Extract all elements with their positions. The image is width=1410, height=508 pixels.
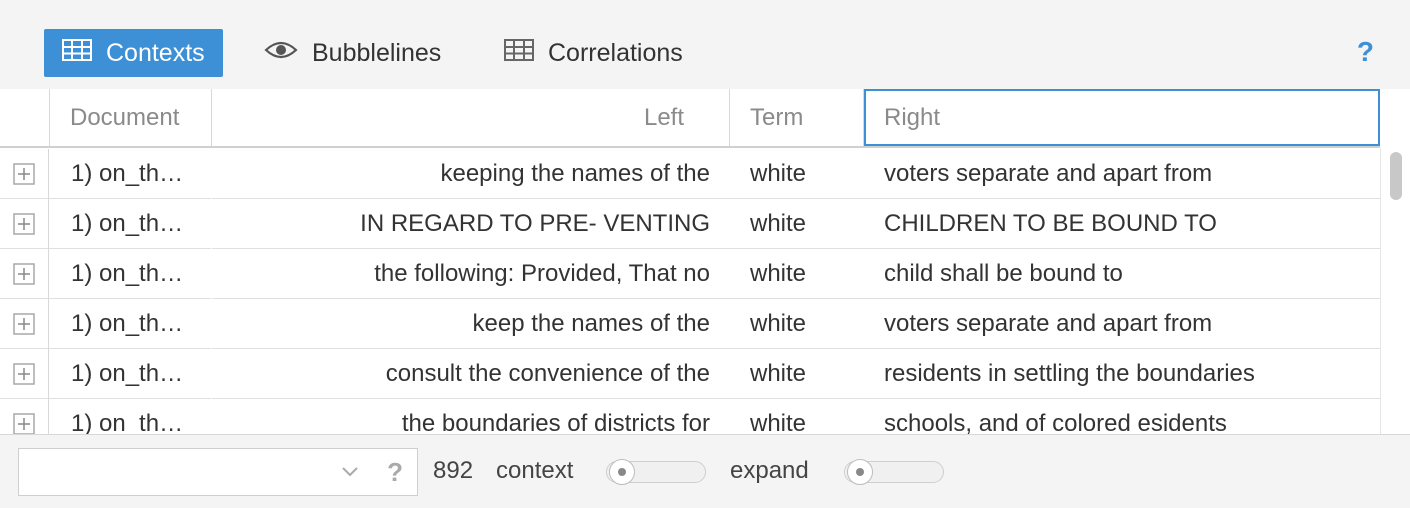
expand-row-icon[interactable] — [0, 349, 49, 399]
column-header-document[interactable]: Document — [50, 89, 212, 146]
scrollbar-thumb[interactable] — [1390, 152, 1402, 200]
table-row[interactable]: 1) on_th… the boundaries of districts for… — [0, 399, 1380, 434]
table-icon — [62, 38, 92, 68]
table-row[interactable]: 1) on_th… keep the names of the white voter… — [0, 299, 1380, 349]
column-header-left[interactable]: Left — [212, 89, 730, 146]
cell-left: the boundaries of districts for — [401, 410, 710, 434]
cell-right: child shall be bound to — [884, 260, 1123, 287]
cell-right: residents in settling the boundaries — [884, 360, 1255, 387]
cell-right: CHILDREN TO BE BOUND TO — [884, 210, 1217, 237]
cell-term: white — [750, 310, 807, 337]
table-icon — [504, 38, 534, 68]
vertical-scrollbar[interactable] — [1380, 148, 1410, 434]
footer-toolbar: ? 892 context expand — [0, 434, 1410, 508]
help-icon[interactable]: ? — [1357, 36, 1374, 68]
column-header-label: Right — [884, 103, 941, 131]
tab-label: Correlations — [548, 38, 683, 67]
expand-row-icon[interactable] — [0, 199, 49, 249]
expand-row-icon[interactable] — [0, 399, 49, 434]
column-header-term[interactable]: Term — [730, 89, 864, 146]
tab-correlations[interactable]: Correlations — [504, 29, 683, 77]
column-header-label: Term — [750, 103, 804, 131]
expand-row-icon[interactable] — [0, 299, 49, 349]
chevron-down-icon[interactable] — [341, 458, 359, 484]
expand-row-icon[interactable] — [0, 249, 49, 299]
cell-document: 1) on_th… — [50, 399, 212, 434]
eye-icon — [264, 39, 298, 68]
column-header-label: Document — [70, 103, 180, 131]
tab-label: Bubblelines — [312, 38, 442, 67]
cell-document: 1) on_th… — [50, 149, 212, 199]
expand-label: expand — [730, 457, 809, 484]
column-header-right[interactable]: Right — [864, 89, 1380, 146]
context-slider[interactable] — [606, 459, 706, 485]
tab-contexts[interactable]: Contexts — [44, 29, 223, 77]
cell-term: white — [750, 260, 807, 287]
table-row[interactable]: 1) on_th… IN REGARD TO PRE- VENTING white C… — [0, 199, 1380, 249]
cell-left: IN REGARD TO PRE- VENTING — [360, 210, 710, 237]
cell-document: 1) on_th… — [50, 249, 212, 299]
grid-header: Document Left Term Right — [0, 89, 1380, 148]
expand-row-icon[interactable] — [0, 149, 49, 199]
cell-document: 1) on_th… — [50, 199, 212, 249]
cell-term: white — [750, 160, 807, 187]
cell-left: consult the convenience of the — [385, 360, 710, 387]
tab-bubblelines[interactable]: Bubblelines — [264, 29, 441, 77]
context-count: 892 — [433, 457, 474, 484]
column-header-label: Left — [643, 103, 684, 131]
table-row[interactable]: 1) on_th… the following: Provided, That n… — [0, 249, 1380, 299]
cell-right: schools, and of colored esidents — [884, 410, 1227, 434]
tab-label: Contexts — [106, 38, 205, 67]
cell-left: the following: Provided, That no — [374, 260, 710, 287]
contexts-grid: Document Left Term Right 1) on_th… keepin… — [0, 89, 1410, 434]
cell-term: white — [750, 210, 807, 237]
expand-slider[interactable] — [844, 459, 944, 485]
table-row[interactable]: 1) on_th… keeping the names of the white vo… — [0, 149, 1380, 199]
cell-left: keep the names of the — [472, 310, 711, 337]
cell-document: 1) on_th… — [50, 349, 212, 399]
toolbar: Contexts Bubblelines Correlations ? — [0, 0, 1410, 89]
slider-handle[interactable] — [847, 459, 873, 485]
slider-handle[interactable] — [609, 459, 635, 485]
corpus-document-select[interactable]: ? — [18, 448, 418, 496]
cell-document: 1) on_th… — [50, 299, 212, 349]
cell-term: white — [750, 410, 807, 434]
cell-right: voters separate and apart from — [884, 160, 1213, 187]
context-label: context — [496, 457, 574, 484]
cell-right: voters separate and apart from — [884, 310, 1213, 337]
cell-left: keeping the names of the — [440, 160, 710, 187]
table-row[interactable]: 1) on_th… consult the convenience of the w… — [0, 349, 1380, 399]
help-icon[interactable]: ? — [387, 457, 403, 488]
expander-header — [0, 89, 50, 146]
cell-term: white — [750, 360, 807, 387]
